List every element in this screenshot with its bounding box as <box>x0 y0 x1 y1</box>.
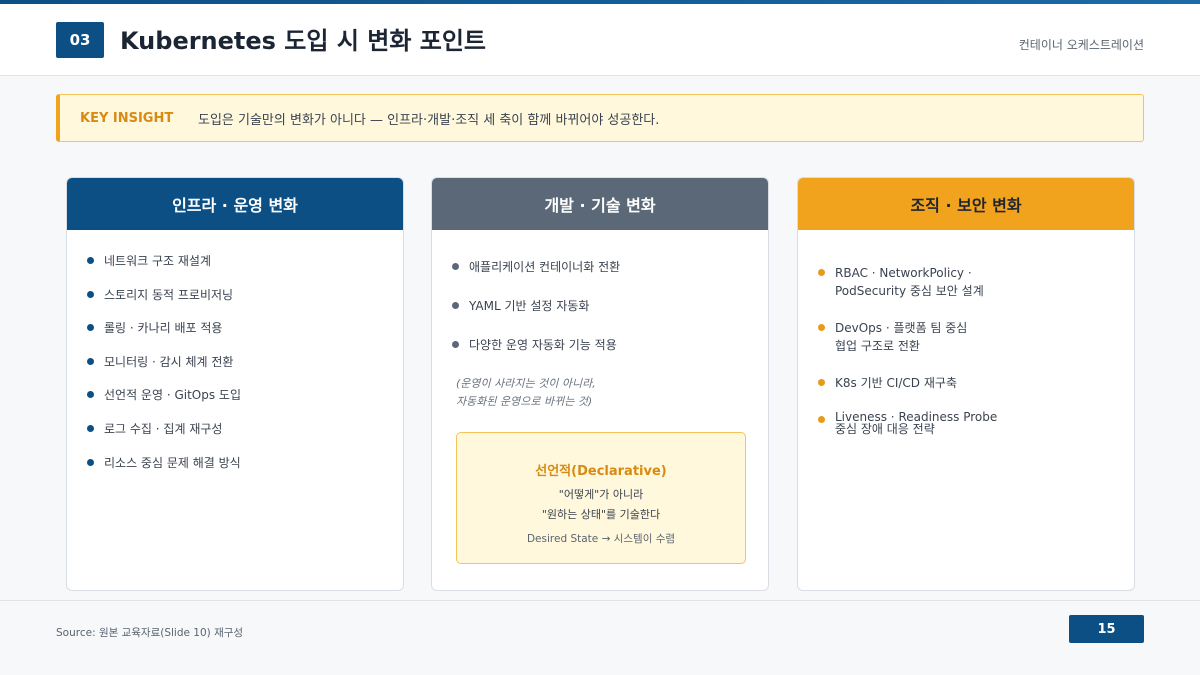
list-item: YAML 기반 설정 자동화 <box>452 297 768 315</box>
list-item: Liveness · Readiness Probe 중심 장애 대응 전략 <box>818 411 1134 435</box>
bullet-dot-icon <box>87 424 94 432</box>
section-number-badge: 03 <box>56 22 104 58</box>
list-item: 모니터링 · 감시 체계 전환 <box>87 353 403 371</box>
bullet-dot-icon <box>818 416 825 423</box>
concept-footnote: Desired State → 시스템이 수렴 <box>526 533 676 545</box>
page-number-badge: 15 <box>1069 615 1144 643</box>
key-insight-label: KEY INSIGHT <box>80 110 174 126</box>
list-item: K8s 기반 CI/CD 재구축 <box>818 374 1134 392</box>
bullet-dot-icon <box>87 357 94 365</box>
bullet-dot-icon <box>452 302 459 309</box>
list-item: 롤링 · 카나리 배포 적용 <box>87 319 403 337</box>
slide-header: 03 Kubernetes 도입 시 변화 포인트 컨테이너 오케스트레이션 <box>0 4 1200 76</box>
list-item: 네트워크 구조 재설계 <box>87 252 403 270</box>
card-title: 조직 · 보안 변화 <box>798 178 1134 230</box>
bullet-dot-icon <box>87 391 94 399</box>
card-infra-ops: 인프라 · 운영 변화 네트워크 구조 재설계 스토리지 동적 프로비저닝 롤링… <box>66 177 404 591</box>
bullet-dot-icon <box>87 458 94 466</box>
card-dev-tech: 개발 · 기술 변화 애플리케이션 컨테이너화 전환 YAML 기반 설정 자동… <box>431 177 769 591</box>
card-org-security: 조직 · 보안 변화 RBAC · NetworkPolicy · PodSec… <box>797 177 1135 591</box>
bullet-dot-icon <box>87 290 94 298</box>
bullet-dot-icon <box>818 379 825 386</box>
card-list: 네트워크 구조 재설계 스토리지 동적 프로비저닝 롤링 · 카나리 배포 적용… <box>67 230 403 472</box>
source-citation: Source: 원본 교육자료(Slide 10) 재구성 <box>56 627 244 639</box>
bullet-dot-icon <box>87 324 94 332</box>
card-title: 인프라 · 운영 변화 <box>67 178 403 230</box>
list-item: 리소스 중심 문제 해결 방식 <box>87 454 403 472</box>
list-item: 다양한 운영 자동화 기능 적용 <box>452 336 768 354</box>
key-insight-text: 도입은 기술만의 변화가 아니다 — 인프라·개발·조직 세 축이 함께 바뀌어… <box>198 112 660 128</box>
slide-footer: Source: 원본 교육자료(Slide 10) 재구성 15 <box>0 600 1200 675</box>
declarative-concept-box: 선언적(Declarative) "어떻게"가 아니라 "원하는 상태"를 기술… <box>456 432 746 564</box>
list-item: 로그 수집 · 집계 재구성 <box>87 420 403 438</box>
bullet-dot-icon <box>818 324 825 331</box>
bullet-dot-icon <box>452 341 459 348</box>
list-item: 스토리지 동적 프로비저닝 <box>87 286 403 304</box>
list-item: 애플리케이션 컨테이너화 전환 <box>452 258 768 276</box>
concept-description: "어떻게"가 아니라 "원하는 상태"를 기술한다 <box>541 488 661 521</box>
bullet-dot-icon <box>452 263 459 270</box>
card-note: (운영이 사라지는 것이 아니라, 자동화된 운영으로 바뀌는 것) <box>456 377 596 408</box>
card-list: RBAC · NetworkPolicy · PodSecurity 중심 보안… <box>798 230 1134 435</box>
list-item: 선언적 운영 · GitOps 도입 <box>87 386 403 404</box>
bullet-dot-icon <box>87 257 94 264</box>
header-subtitle: 컨테이너 오케스트레이션 <box>1018 38 1144 52</box>
key-insight-box: KEY INSIGHT 도입은 기술만의 변화가 아니다 — 인프라·개발·조직… <box>56 94 1144 142</box>
bullet-dot-icon <box>818 269 825 276</box>
page-title: Kubernetes 도입 시 변화 포인트 <box>120 27 487 55</box>
list-item: DevOps · 플랫폼 팀 중심 협업 구조로 전환 <box>818 319 1134 355</box>
list-item: RBAC · NetworkPolicy · PodSecurity 중심 보안… <box>818 264 1134 300</box>
card-list: 애플리케이션 컨테이너화 전환 YAML 기반 설정 자동화 다양한 운영 자동… <box>432 230 768 354</box>
card-title: 개발 · 기술 변화 <box>432 178 768 230</box>
concept-title: 선언적(Declarative) <box>535 464 667 479</box>
